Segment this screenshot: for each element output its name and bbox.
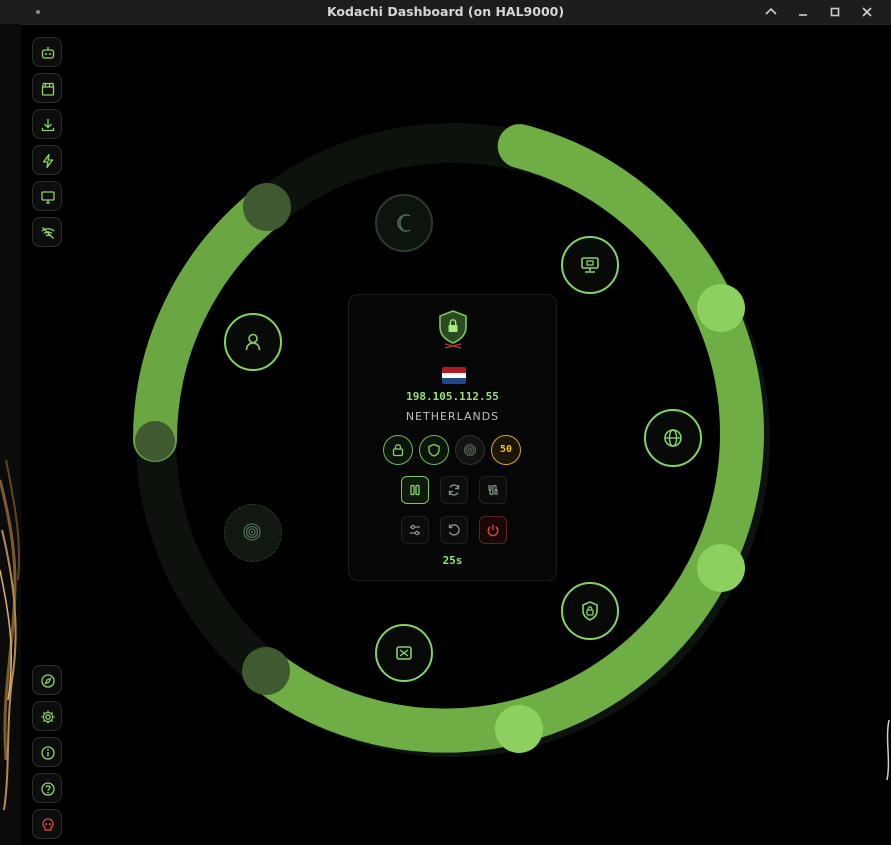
ring-knob: [697, 284, 745, 332]
ring-knob: [697, 544, 745, 592]
shield-status-button[interactable]: [419, 435, 449, 465]
status-card: 198.105.112.55 NETHERLANDS 50 25s: [348, 294, 557, 581]
lock-status-button[interactable]: [383, 435, 413, 465]
pause-button[interactable]: [401, 476, 429, 504]
undo-icon: [448, 524, 460, 536]
power-icon: [487, 524, 499, 537]
fingerprint-button[interactable]: [224, 504, 282, 562]
ip-address: 198.105.112.55: [406, 390, 499, 403]
fingerprint-icon: [243, 523, 261, 541]
tuning-button[interactable]: [401, 516, 429, 544]
secure-lock-button[interactable]: [561, 582, 619, 640]
countdown-timer: 25s: [442, 554, 463, 567]
flag-stripe-blue: [442, 378, 466, 384]
country-flag: [442, 367, 466, 384]
sliders-icon: [410, 524, 420, 536]
stealth-mode-button[interactable]: [375, 194, 433, 252]
globe-icon: [664, 429, 682, 447]
fingerprint-status-button[interactable]: [455, 435, 485, 465]
global-network-button[interactable]: [644, 409, 702, 467]
security-score: 50: [499, 444, 513, 455]
fingerprint-icon: [463, 443, 477, 457]
ring-knob: [242, 647, 290, 695]
power-off-button[interactable]: [479, 516, 507, 544]
security-shield-icon: [439, 310, 467, 349]
monitor-network-icon: [581, 257, 599, 273]
ring-knob: [135, 421, 175, 461]
user-profile-button[interactable]: [224, 313, 282, 371]
ring-knob: [243, 183, 291, 231]
country-name: NETHERLANDS: [405, 410, 500, 423]
shield-lock-icon: [582, 601, 598, 621]
shield-icon: [428, 443, 440, 457]
connection-switch-button[interactable]: [479, 476, 507, 504]
refresh-icon: [448, 484, 460, 496]
network-monitor-button[interactable]: [561, 236, 619, 294]
user-icon: [245, 333, 261, 351]
plug-icon: [488, 484, 498, 496]
crescent-icon: [397, 214, 411, 232]
lock-icon: [392, 444, 404, 457]
crosshair-box-icon: [396, 646, 412, 660]
pause-icon: [410, 484, 420, 496]
security-score-badge[interactable]: 50: [491, 435, 521, 465]
reset-button[interactable]: [440, 516, 468, 544]
containment-button[interactable]: [375, 624, 433, 682]
ring-knob: [495, 705, 543, 753]
refresh-button[interactable]: [440, 476, 468, 504]
